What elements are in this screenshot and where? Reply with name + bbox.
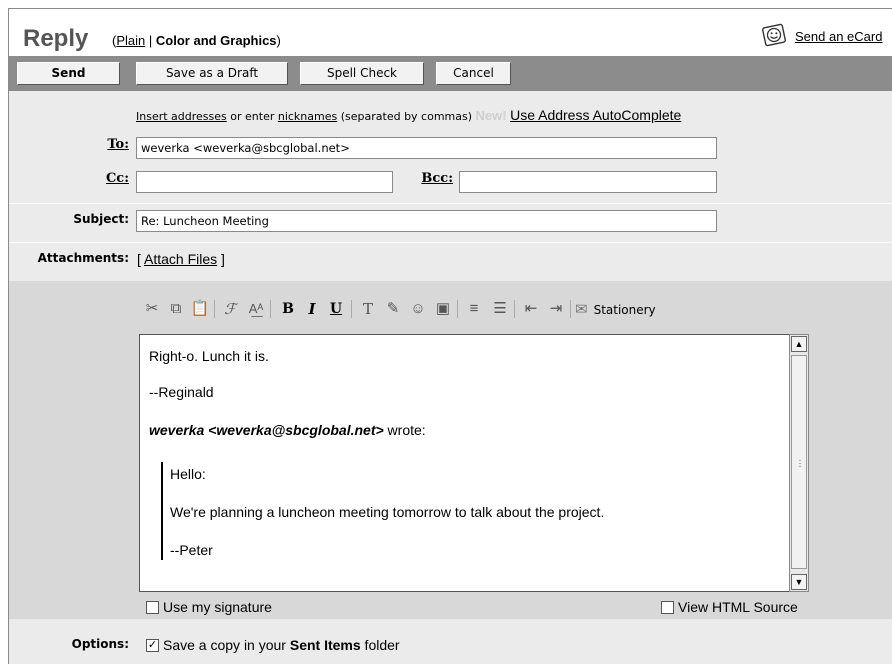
font-icon[interactable]: ℱ xyxy=(219,297,241,321)
quote-author: weverka <weverka@sbcglobal.net> xyxy=(149,422,384,438)
sent-items-text: Sent Items xyxy=(289,637,361,653)
toolbar-separator xyxy=(570,300,571,318)
quote-attribution: weverka <weverka@sbcglobal.net> wrote: xyxy=(149,422,426,438)
view-html-source-label: View HTML Source xyxy=(678,599,798,615)
attach-close-bracket: ] xyxy=(221,251,225,267)
use-signature-checkbox[interactable] xyxy=(146,601,159,614)
toolbar-separator xyxy=(270,300,271,318)
stationery-icon: ✉ xyxy=(575,300,588,318)
bold-icon[interactable]: B xyxy=(277,297,299,321)
subject-field[interactable] xyxy=(136,210,717,232)
view-html-source-checkbox[interactable] xyxy=(661,601,674,614)
mode-separator: | xyxy=(148,33,153,48)
options-label: Options: xyxy=(71,637,129,651)
message-body-editor[interactable]: Right-o. Lunch it is. --Reginald weverka… xyxy=(139,334,809,592)
divider xyxy=(9,242,892,243)
divider xyxy=(9,203,892,204)
formatting-toolbar: ✂ ⧉ 📋 ℱ A͟ᴬ B I U T ✎ ☺ ▣ ≡ ☰ ⇤ ⇥ ✉ Stat… xyxy=(139,297,819,321)
copy-icon[interactable]: ⧉ xyxy=(165,297,187,321)
scroll-thumb[interactable]: --- xyxy=(791,355,807,569)
autocomplete-link[interactable]: Use Address AutoComplete xyxy=(510,107,681,123)
text-color-icon[interactable]: T xyxy=(357,297,379,321)
to-label[interactable]: To: xyxy=(107,137,129,152)
cc-label[interactable]: Cc: xyxy=(106,171,129,186)
compose-form: Insert addresses or enter nicknames (sep… xyxy=(9,91,892,664)
bullet-list-icon[interactable]: ☰ xyxy=(489,297,511,321)
emoticon-icon[interactable]: ☺ xyxy=(407,297,429,321)
ecard-icon[interactable] xyxy=(761,22,787,48)
toolbar-separator xyxy=(214,300,215,318)
send-button[interactable]: Send xyxy=(17,62,120,85)
save-copy-label: Save a copy in your Sent Items folder xyxy=(163,637,400,653)
body-scrollbar[interactable]: ▲ --- ▼ xyxy=(789,334,809,592)
send-ecard-link[interactable]: Send an eCard xyxy=(795,29,882,44)
rich-text-editor-area: ✂ ⧉ 📋 ℱ A͟ᴬ B I U T ✎ ☺ ▣ ≡ ☰ ⇤ ⇥ ✉ Stat… xyxy=(9,281,892,619)
italic-icon[interactable]: I xyxy=(301,297,323,321)
insert-addresses-link[interactable]: Insert addresses xyxy=(136,110,227,123)
toolbar-separator xyxy=(351,300,352,318)
paste-icon[interactable]: 📋 xyxy=(189,297,211,321)
cut-icon[interactable]: ✂ xyxy=(141,297,163,321)
cancel-button[interactable]: Cancel xyxy=(436,62,511,85)
quoted-line: --Peter xyxy=(170,542,213,558)
mode-close-paren: ) xyxy=(276,33,281,48)
quoted-line: We're planning a luncheon meeting tomorr… xyxy=(170,504,605,520)
editor-mode-switch: (Plain | Color and Graphics) xyxy=(112,33,281,48)
quote-bar xyxy=(161,462,163,560)
underline-icon[interactable]: U xyxy=(325,297,347,321)
bcc-label[interactable]: Bcc: xyxy=(421,171,453,186)
compose-window: Reply (Plain | Color and Graphics) Send … xyxy=(8,8,892,664)
options-area: Options: ✓ Save a copy in your Sent Item… xyxy=(9,619,892,664)
subject-label: Subject: xyxy=(73,212,129,226)
toolbar-separator xyxy=(457,300,458,318)
wrote-text: wrote: xyxy=(383,422,426,438)
compose-header: Reply (Plain | Color and Graphics) Send … xyxy=(9,9,892,56)
attach-open-bracket: [ xyxy=(137,251,141,267)
save-copy-checkbox[interactable]: ✓ xyxy=(146,639,159,652)
bcc-field[interactable] xyxy=(459,171,717,193)
plain-mode-link[interactable]: Plain xyxy=(116,33,145,48)
toolbar-separator xyxy=(514,300,515,318)
attachments-label: Attachments: xyxy=(37,251,129,265)
to-field[interactable] xyxy=(136,137,717,159)
or-enter-text: or enter xyxy=(226,110,278,123)
quoted-line: Hello: xyxy=(170,466,206,482)
stationery-label: Stationery xyxy=(593,303,656,317)
indent-icon[interactable]: ⇥ xyxy=(545,297,567,321)
save-copy-pre: Save a copy in your xyxy=(163,637,290,653)
image-icon[interactable]: ▣ xyxy=(432,297,454,321)
save-draft-button[interactable]: Save as a Draft xyxy=(136,62,288,85)
stationery-button[interactable]: ✉ Stationery xyxy=(575,297,656,321)
page-title: Reply xyxy=(23,25,89,52)
action-toolbar: Send Save as a Draft Spell Check Cancel xyxy=(9,56,892,91)
use-signature-label: Use my signature xyxy=(163,599,272,615)
cc-field[interactable] xyxy=(136,171,393,193)
nicknames-link[interactable]: nicknames xyxy=(278,110,337,123)
scroll-up-icon[interactable]: ▲ xyxy=(791,336,807,352)
scroll-grip-icon: --- xyxy=(798,455,802,471)
body-line: Right-o. Lunch it is. xyxy=(149,348,269,364)
address-help: Insert addresses or enter nicknames (sep… xyxy=(136,107,681,123)
new-badge: New! xyxy=(475,108,507,123)
spell-check-button[interactable]: Spell Check xyxy=(300,62,424,85)
font-size-icon[interactable]: A͟ᴬ xyxy=(245,297,267,321)
attach-files: [ Attach Files ] xyxy=(137,251,225,267)
body-line: --Reginald xyxy=(149,384,214,400)
attach-files-link[interactable]: Attach Files xyxy=(144,251,217,267)
save-copy-post: folder xyxy=(360,637,400,653)
align-icon[interactable]: ≡ xyxy=(463,297,485,321)
separated-text: (separated by commas) xyxy=(337,110,476,123)
outdent-icon[interactable]: ⇤ xyxy=(520,297,542,321)
color-graphics-mode: Color and Graphics xyxy=(155,33,277,48)
scroll-down-icon[interactable]: ▼ xyxy=(791,574,807,590)
highlight-icon[interactable]: ✎ xyxy=(382,297,404,321)
